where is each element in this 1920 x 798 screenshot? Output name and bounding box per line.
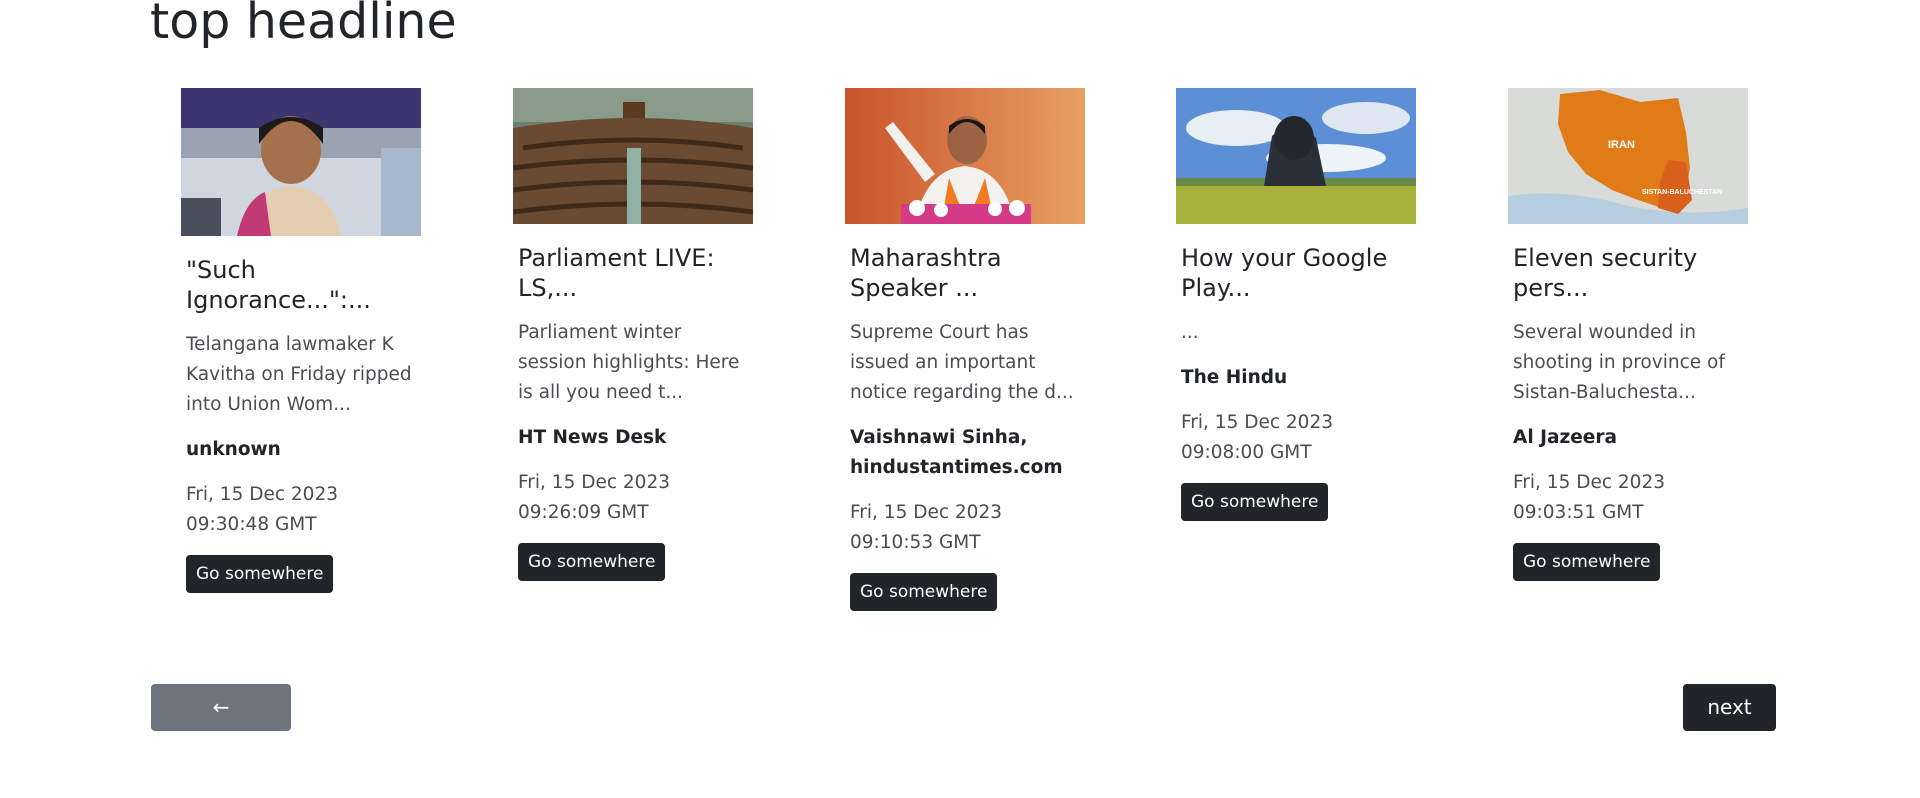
article-image (845, 88, 1085, 224)
article-description: Supreme Court has issued an important no… (850, 322, 1074, 403)
article-card: Maharashtra Speaker ... Supreme Court ha… (845, 88, 1085, 611)
article-title: Maharashtra Speaker ... (850, 244, 1002, 302)
article-source: unknown (186, 439, 281, 460)
article-image (181, 88, 421, 236)
article-source: HT News Desk (518, 427, 667, 448)
article-title: "Such Ignorance...":... (186, 256, 371, 314)
go-somewhere-button[interactable]: Go somewhere (186, 555, 334, 593)
article-description: Telangana lawmaker K Kavitha on Friday r… (186, 334, 412, 415)
previous-button[interactable]: ← preveious (151, 684, 291, 766)
article-description: ... (1181, 322, 1199, 343)
article-title: Parliament LIVE: LS,... (518, 244, 715, 302)
article-title: How your Google Play... (1181, 244, 1388, 302)
article-date: Fri, 15 Dec 2023 09:10:53 GMT (850, 502, 1002, 553)
go-somewhere-button[interactable]: Go somewhere (1181, 483, 1329, 521)
go-somewhere-button[interactable]: Go somewhere (850, 573, 998, 611)
article-card: IRAN SISTAN-BALUCHESTAN Eleven security … (1508, 88, 1748, 581)
article-date: Fri, 15 Dec 2023 09:03:51 GMT (1513, 472, 1665, 523)
article-date: Fri, 15 Dec 2023 09:30:48 GMT (186, 484, 338, 535)
article-image (513, 88, 753, 224)
article-source: Al Jazeera (1513, 427, 1617, 448)
article-cards: "Such Ignorance...":... Telangana lawmak… (0, 88, 1920, 648)
article-description: Several wounded in shooting in province … (1513, 322, 1725, 403)
article-source: Vaishnawi Sinha, hindustantimes.com (850, 427, 1063, 478)
article-card: "Such Ignorance...":... Telangana lawmak… (181, 88, 421, 593)
article-title: Eleven security pers... (1513, 244, 1698, 302)
article-card: How your Google Play... ... The Hindu Fr… (1176, 88, 1416, 521)
article-image (1176, 88, 1416, 224)
article-card: Parliament LIVE: LS,... Parliament winte… (513, 88, 753, 581)
article-description: Parliament winter session highlights: He… (518, 322, 740, 403)
article-date: Fri, 15 Dec 2023 09:26:09 GMT (518, 472, 670, 523)
page-title: top headline (150, 0, 457, 50)
article-date: Fri, 15 Dec 2023 09:08:00 GMT (1181, 412, 1333, 463)
go-somewhere-button[interactable]: Go somewhere (1513, 543, 1661, 581)
map-label-country: IRAN (1608, 139, 1635, 151)
next-button[interactable]: next → (1683, 684, 1776, 766)
article-source: The Hindu (1181, 367, 1288, 388)
article-image: IRAN SISTAN-BALUCHESTAN (1508, 88, 1748, 224)
go-somewhere-button[interactable]: Go somewhere (518, 543, 666, 581)
map-label-province: SISTAN-BALUCHESTAN (1642, 189, 1722, 196)
